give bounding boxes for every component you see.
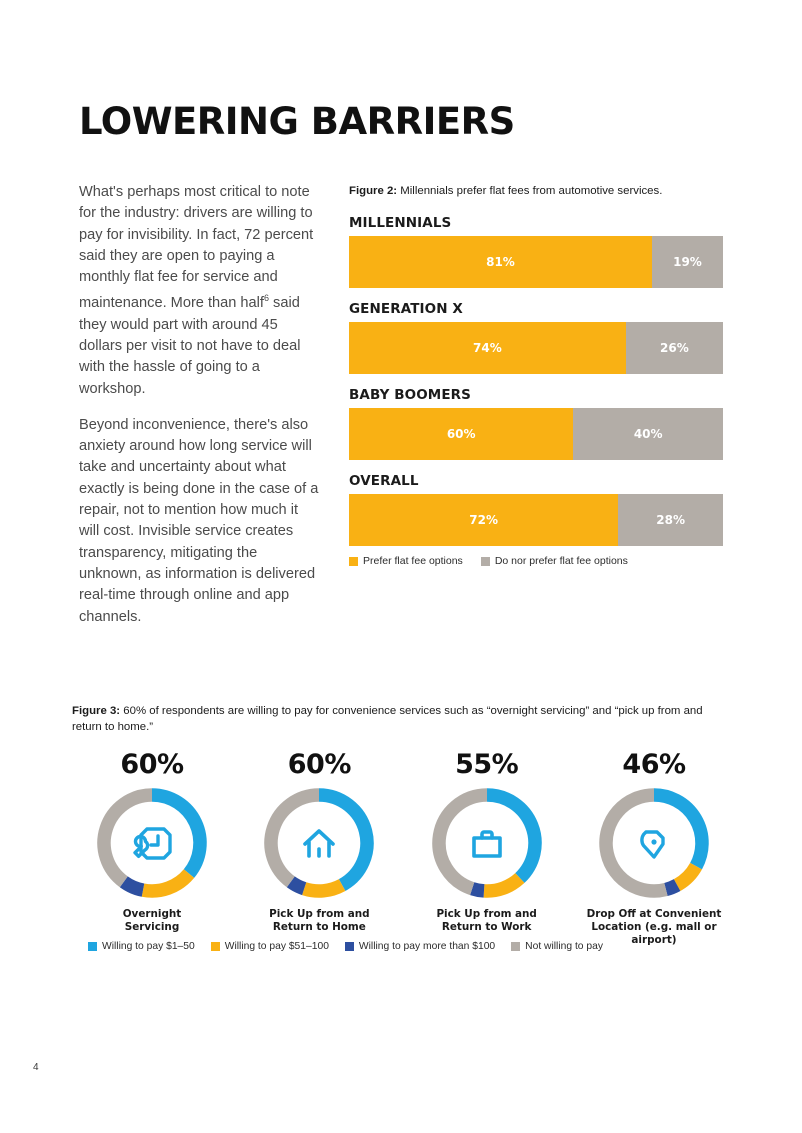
legend-label: Not willing to pay — [525, 941, 603, 952]
donut-slice — [431, 788, 487, 896]
bar-segment-not-prefer: 19% — [651, 236, 723, 288]
figure-2-caption-label: Figure 2: — [349, 185, 398, 197]
figure-2-caption-text: Millennials prefer flat fees from automo… — [397, 185, 663, 197]
donut-chart — [429, 785, 545, 901]
legend-swatch — [88, 942, 97, 951]
donut-slice — [141, 869, 195, 898]
stacked-bar-chart: MILLENNIALS 81% 19% GENERATION X 74% 26% BABY … — [349, 215, 723, 546]
donut-slice — [483, 872, 525, 898]
donut-slice — [653, 788, 709, 870]
figure-3-caption: Figure 3: 60% of respondents are willing… — [72, 703, 732, 735]
stacked-bar: 81% 19% — [349, 236, 723, 288]
figure-3-caption-label: Figure 3: — [72, 705, 121, 717]
legend-swatch — [349, 556, 358, 566]
legend-item: Do nor prefer flat fee options — [480, 555, 628, 567]
donut-chart-group: 60% Overnight Servicing 60% Pick Up from a… — [72, 749, 734, 947]
body-text-column: What's perhaps most critical to note for… — [79, 182, 321, 628]
bar-category-label: BABY BOOMERS — [349, 387, 471, 403]
document-page: LOWERING BARRIERS What's perhaps most cr… — [0, 0, 802, 1133]
donut-cell: 46% Drop Off at Convenient Location (e.g.… — [574, 749, 734, 947]
donut-headline-percent: 60% — [287, 749, 352, 780]
donut-chart — [596, 785, 712, 901]
location-pin-icon — [640, 830, 665, 859]
body-paragraph-1-text: What's perhaps most critical to note for… — [79, 184, 314, 312]
bar-group: GENERATION X 74% 26% — [349, 301, 723, 374]
legend-label: Willing to pay more than $100 — [358, 941, 496, 952]
bar-group: OVERALL 72% 28% — [349, 473, 723, 546]
legend-label: Willing to pay $51–100 — [224, 941, 329, 952]
legend-label: Willing to pay $1–50 — [102, 941, 195, 952]
bar-segment-prefer: 81% — [349, 236, 652, 288]
figure-3-legend: Willing to pay $1–50 Willing to pay $51–1… — [88, 941, 603, 952]
figure-2-legend: Prefer flat fee options Do nor prefer fla… — [349, 555, 723, 567]
donut-slice — [469, 882, 485, 898]
donut-headline-percent: 60% — [120, 749, 184, 780]
legend-item: Not willing to pay — [511, 941, 603, 952]
stacked-bar: 74% 26% — [349, 322, 723, 374]
figure-3: Figure 3: 60% of respondents are willing… — [72, 703, 732, 952]
donut-headline-percent: 46% — [622, 749, 686, 780]
stacked-bar: 60% 40% — [349, 408, 723, 460]
donut-slice — [151, 788, 207, 878]
legend-item: Willing to pay $51–100 — [210, 941, 329, 952]
legend-label: Do nor prefer flat fee options — [494, 555, 628, 567]
legend-item: Willing to pay more than $100 — [344, 941, 496, 952]
donut-slice — [599, 788, 668, 898]
figure-3-caption-text: 60% of respondents are willing to pay fo… — [72, 705, 703, 733]
bar-group: MILLENNIALS 81% 19% — [349, 215, 723, 288]
bar-segment-not-prefer: 28% — [618, 494, 723, 546]
donut-caption: Overnight Servicing — [122, 908, 182, 933]
legend-swatch — [511, 942, 521, 951]
donut-cell: 60% Pick Up from and Return to Home — [239, 749, 399, 947]
stacked-bar: 72% 28% — [349, 494, 723, 546]
house-icon — [303, 829, 336, 858]
bar-segment-prefer: 74% — [349, 322, 626, 374]
legend-swatch — [210, 942, 220, 951]
donut-slice — [119, 876, 145, 897]
donut-slice — [287, 876, 307, 896]
legend-item: Prefer flat fee options — [349, 555, 463, 567]
bar-category-label: GENERATION X — [349, 301, 463, 317]
donut-caption: Pick Up from and Return to Work — [436, 908, 537, 933]
legend-item: Willing to pay $1–50 — [88, 941, 195, 952]
bar-segment-prefer: 60% — [349, 408, 574, 460]
bar-segment-prefer: 72% — [349, 494, 619, 546]
page-number: 4 — [33, 1062, 39, 1073]
figure-2: Figure 2: Millennials prefer flat fees f… — [349, 184, 723, 567]
page-title: LOWERING BARRIERS — [79, 100, 515, 143]
bar-segment-not-prefer: 26% — [625, 322, 723, 374]
bar-category-label: MILLENNIALS — [349, 215, 452, 231]
donut-chart — [94, 785, 210, 901]
donut-slice — [302, 878, 346, 898]
legend-label: Prefer flat fee options — [363, 555, 463, 567]
body-paragraph-2: Beyond inconvenience, there's also anxie… — [79, 416, 319, 625]
bar-segment-not-prefer: 40% — [573, 408, 723, 460]
briefcase-icon — [471, 830, 502, 858]
donut-caption: Pick Up from and Return to Home — [269, 908, 370, 933]
donut-headline-percent: 55% — [455, 749, 519, 780]
body-paragraph-1: What's perhaps most critical to note for… — [79, 182, 321, 400]
wrench-clock-icon — [133, 827, 172, 860]
legend-swatch — [480, 556, 490, 566]
donut-chart — [261, 785, 377, 901]
donut-cell: 60% Overnight Servicing — [72, 749, 232, 947]
bar-group: BABY BOOMERS 60% 40% — [349, 387, 723, 460]
donut-slice — [664, 879, 681, 897]
donut-cell: 55% Pick Up from and Return to Work — [407, 749, 567, 947]
figure-2-caption: Figure 2: Millennials prefer flat fees f… — [349, 184, 723, 199]
bar-category-label: OVERALL — [349, 473, 419, 489]
legend-swatch — [344, 942, 354, 951]
donut-slice — [673, 862, 702, 891]
